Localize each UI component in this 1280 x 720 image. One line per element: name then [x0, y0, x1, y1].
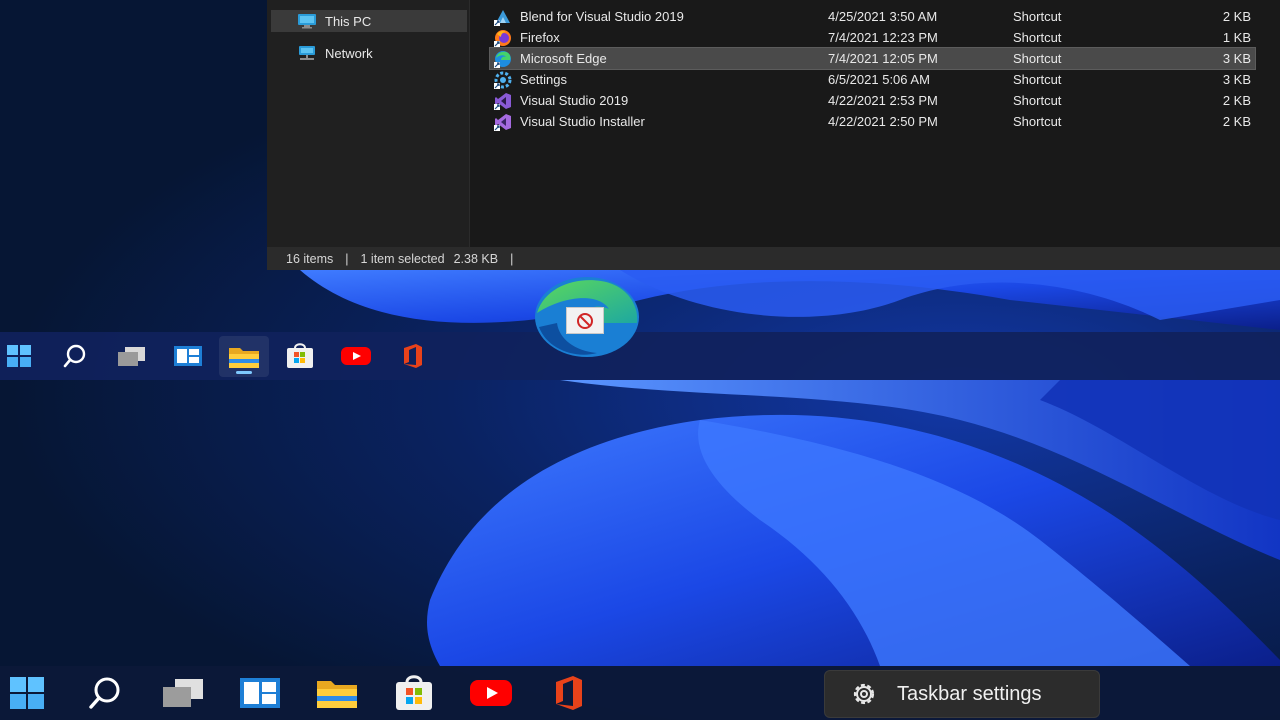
file-size: 2 KB — [1222, 93, 1251, 108]
status-selection-size: 2.38 KB — [453, 251, 499, 266]
settings-icon — [494, 71, 512, 89]
file-explorer-button[interactable] — [219, 336, 269, 377]
visual-studio-icon — [494, 92, 511, 110]
file-type: Shortcut — [1013, 72, 1062, 87]
file-size: 1 KB — [1222, 30, 1251, 45]
file-type: Shortcut — [1013, 114, 1062, 129]
edge-icon — [494, 50, 511, 68]
file-date: 4/22/2021 2:50 PM — [828, 114, 938, 129]
file-date: 7/4/2021 12:05 PM — [828, 51, 938, 66]
task-view-button[interactable] — [158, 674, 208, 712]
blend-icon — [494, 9, 510, 26]
nav-label-network: Network — [325, 45, 373, 61]
file-size: 2 KB — [1222, 9, 1251, 24]
youtube-icon — [470, 680, 512, 706]
file-size: 2 KB — [1222, 114, 1251, 129]
file-row[interactable]: Settings 6/5/2021 5:06 AM Shortcut 3 KB — [490, 69, 1255, 90]
file-name: Firefox — [520, 30, 560, 45]
file-date: 7/4/2021 12:23 PM — [828, 30, 938, 45]
navigation-pane: This PC Network — [267, 0, 470, 247]
office-icon — [404, 344, 422, 368]
file-size: 3 KB — [1222, 51, 1251, 66]
file-explorer-button[interactable] — [312, 674, 362, 712]
nav-label-this-pc: This PC — [325, 13, 372, 29]
file-explorer-window: This PC Network Blend for Visual Studio … — [267, 0, 1280, 270]
file-row-selected[interactable]: Microsoft Edge 7/4/2021 12:05 PM Shortcu… — [489, 47, 1256, 70]
microsoft-store-icon — [287, 343, 313, 368]
status-selection: 1 item selected — [360, 251, 445, 266]
file-explorer-icon — [229, 347, 259, 368]
office-button[interactable] — [394, 340, 432, 372]
widgets-button[interactable] — [235, 674, 285, 712]
start-button[interactable] — [4, 674, 50, 712]
youtube-button[interactable] — [466, 674, 516, 712]
widgets-icon — [240, 678, 280, 708]
file-name: Microsoft Edge — [520, 51, 607, 66]
taskbar-settings-menu-item[interactable]: Taskbar settings — [897, 683, 1042, 706]
youtube-icon — [341, 347, 371, 365]
visual-studio-installer-icon — [494, 113, 511, 131]
file-date: 4/22/2021 2:53 PM — [828, 93, 938, 108]
microsoft-store-button[interactable] — [281, 340, 319, 372]
file-type: Shortcut — [1013, 51, 1062, 66]
file-date: 6/5/2021 5:06 AM — [828, 72, 930, 87]
file-name: Blend for Visual Studio 2019 — [520, 9, 684, 24]
start-button[interactable] — [0, 340, 38, 372]
active-indicator — [236, 371, 252, 374]
file-row[interactable]: Blend for Visual Studio 2019 4/25/2021 3… — [490, 6, 1255, 27]
search-button[interactable] — [56, 340, 94, 372]
nav-item-this-pc[interactable]: This PC — [271, 10, 467, 32]
task-view-icon — [163, 679, 203, 707]
status-item-count: 16 items — [286, 251, 334, 266]
microsoft-store-button[interactable] — [389, 674, 439, 712]
computer-icon — [298, 14, 316, 29]
taskbar-preview — [0, 332, 1280, 380]
status-separator: | — [510, 251, 514, 266]
widgets-icon — [174, 346, 202, 366]
task-view-icon — [118, 347, 145, 366]
status-separator: | — [345, 251, 349, 266]
file-size: 3 KB — [1222, 72, 1251, 87]
taskbar-context-menu: Taskbar settings — [824, 670, 1100, 718]
file-row[interactable]: Firefox 7/4/2021 12:23 PM Shortcut 1 KB — [490, 27, 1255, 48]
start-icon — [7, 345, 31, 367]
office-button[interactable] — [544, 674, 594, 712]
file-name: Settings — [520, 72, 567, 87]
file-explorer-icon — [317, 681, 357, 708]
file-row[interactable]: Visual Studio Installer 4/22/2021 2:50 P… — [490, 111, 1255, 132]
no-entry-icon — [577, 312, 593, 329]
nav-item-network[interactable]: Network — [271, 42, 467, 64]
status-bar: 16 items | 1 item selected 2.38 KB | — [267, 247, 1280, 270]
network-icon — [299, 46, 315, 60]
file-type: Shortcut — [1013, 93, 1062, 108]
file-row[interactable]: Visual Studio 2019 4/22/2021 2:53 PM Sho… — [490, 90, 1255, 111]
youtube-button[interactable] — [337, 340, 375, 372]
file-name: Visual Studio Installer — [520, 114, 645, 129]
file-date: 4/25/2021 3:50 AM — [828, 9, 938, 24]
search-icon — [63, 344, 86, 368]
gear-icon — [853, 683, 875, 705]
no-drop-cursor — [566, 307, 604, 334]
search-icon — [89, 677, 120, 709]
task-view-button[interactable] — [113, 340, 151, 372]
office-icon — [556, 676, 582, 710]
file-list: Blend for Visual Studio 2019 4/25/2021 3… — [470, 0, 1280, 247]
file-type: Shortcut — [1013, 30, 1062, 45]
file-name: Visual Studio 2019 — [520, 93, 629, 108]
file-type: Shortcut — [1013, 9, 1062, 24]
firefox-icon — [494, 29, 511, 47]
widgets-button[interactable] — [169, 340, 207, 372]
start-icon — [10, 677, 44, 709]
search-button[interactable] — [82, 674, 128, 712]
microsoft-store-icon — [396, 675, 432, 710]
